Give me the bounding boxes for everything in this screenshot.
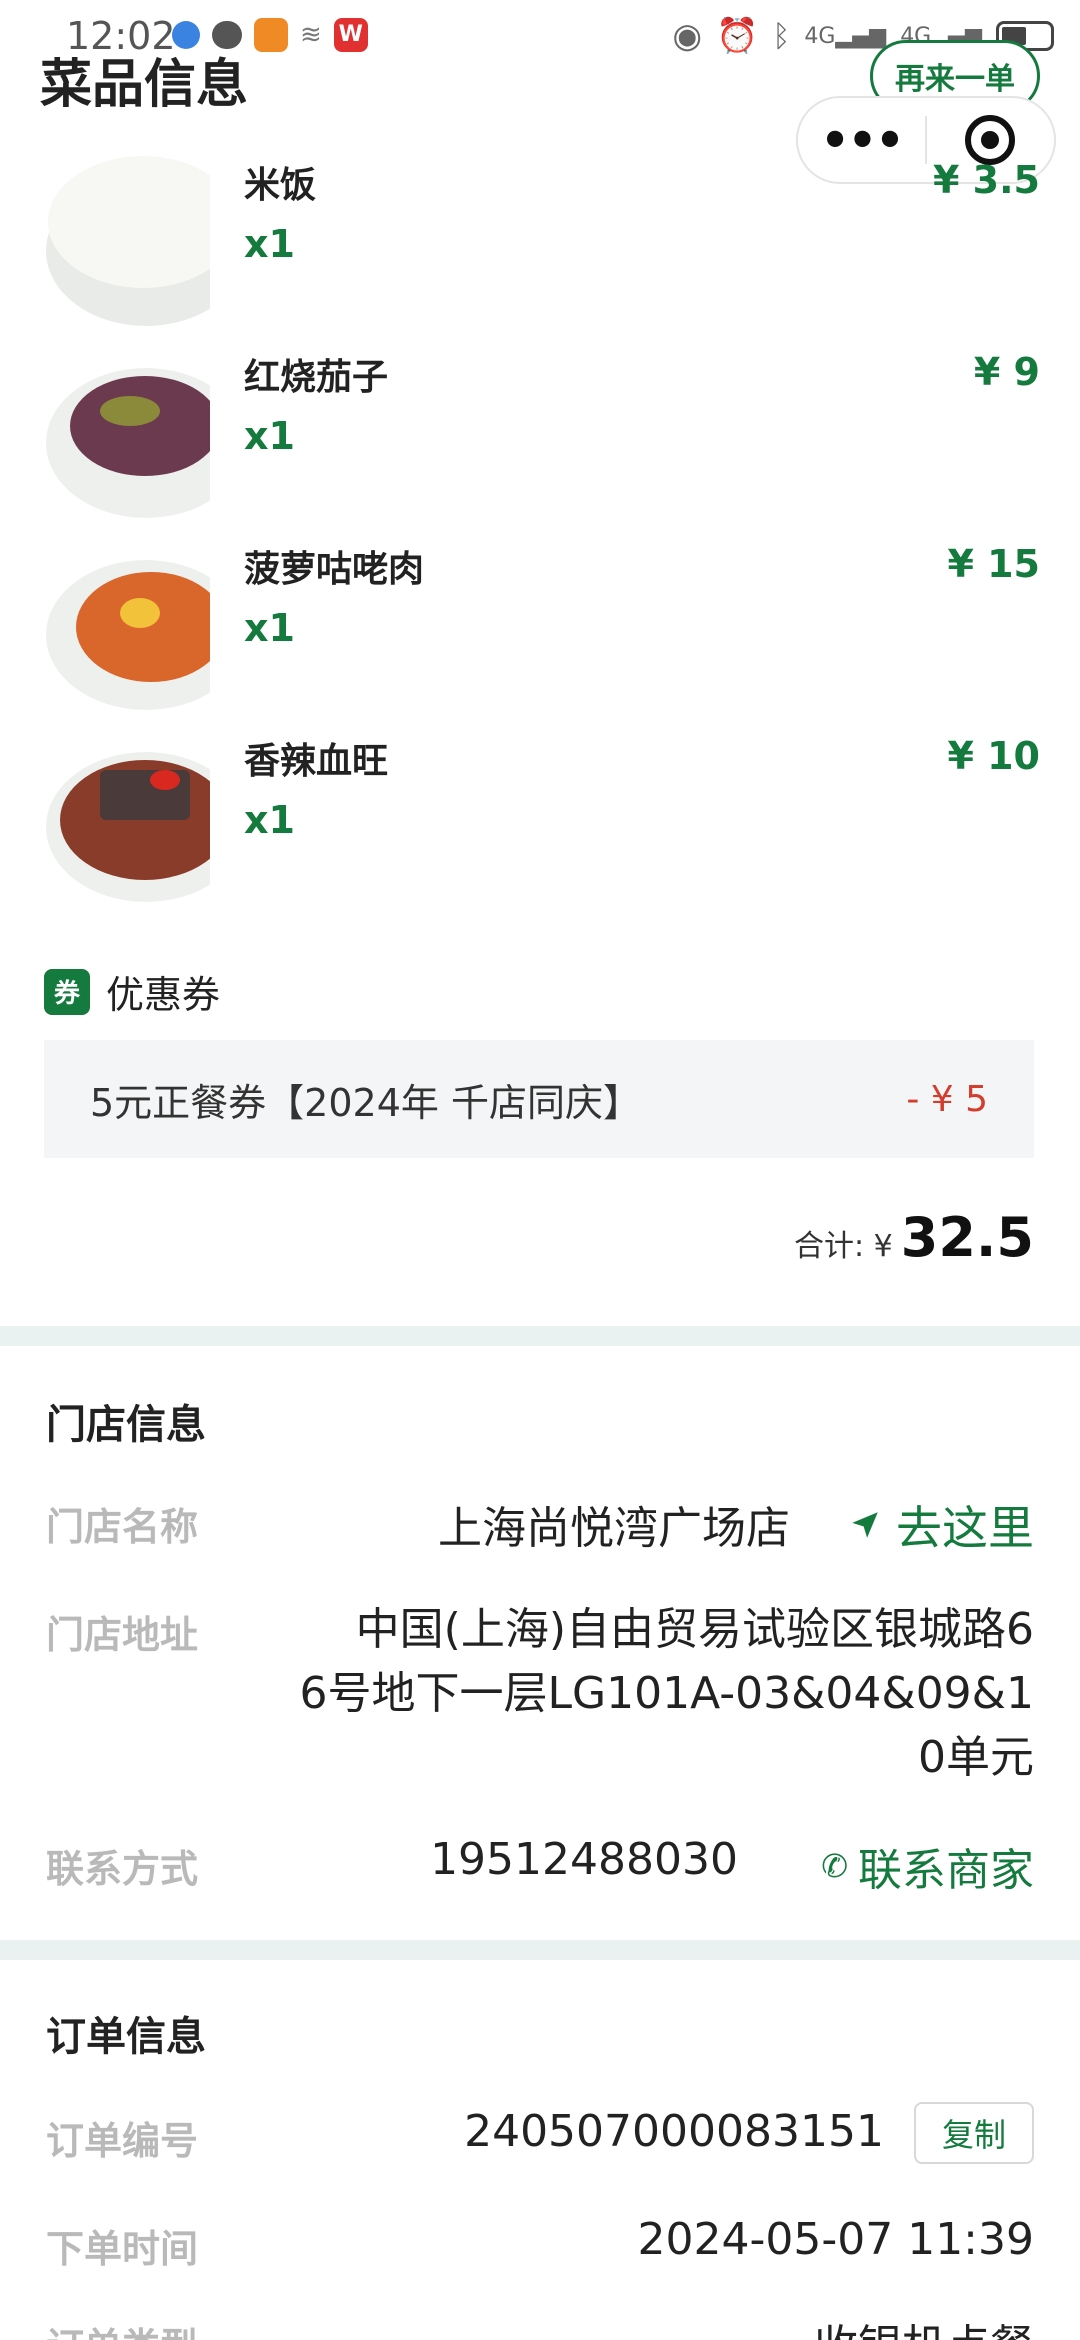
coupon-header: 券 优惠券	[44, 964, 220, 1019]
navigation-arrow-icon	[852, 1512, 878, 1538]
phone-icon: ✆	[821, 1847, 848, 1885]
alarm-icon: ⏰	[716, 16, 759, 56]
page-title: 菜品信息	[40, 55, 249, 115]
eye-icon: ◉	[672, 16, 703, 56]
order-total: 合计: ¥ 32.5	[794, 1206, 1034, 1269]
copy-button[interactable]: 复制	[914, 2102, 1034, 2164]
dish-price: ¥ 3.5	[933, 158, 1040, 202]
contact-merchant-label: 联系商家	[858, 1845, 1034, 1896]
store-name-label: 门店名称	[46, 1505, 199, 1549]
dish-name: 香辣血旺	[244, 741, 389, 782]
order-time-label: 下单时间	[46, 2227, 199, 2271]
store-name: 上海尚悦湾广场店	[438, 1503, 790, 1554]
coupon-row: 5元正餐券【2024年 千店同庆】 - ¥ 5	[44, 1040, 1034, 1158]
total-label: 合计: ¥	[794, 1229, 893, 1264]
coupon-icon: 券	[44, 968, 90, 1015]
address-line-2: 6号地下一层LG101A-03&04&09&1	[299, 1668, 1035, 1719]
dish-quantity: x1	[244, 414, 295, 458]
section-divider	[0, 1326, 1080, 1346]
dish-name: 红烧茄子	[244, 357, 389, 398]
order-number: 240507000083151	[464, 2106, 884, 2157]
navigate-link[interactable]: 去这里	[848, 1492, 1034, 1558]
wifi-icon: ≋	[300, 20, 322, 50]
wps-icon: W	[333, 18, 368, 52]
total-value: 32.5	[900, 1206, 1034, 1269]
store-address-label: 门店地址	[46, 1613, 199, 1657]
store-address: 中国(上海)自由贸易试验区银城路6 6号地下一层LG101A-03&04&09&…	[254, 1598, 1035, 1790]
contact-merchant-link[interactable]: ✆ 联系商家	[821, 1834, 1034, 1898]
store-phone: 19512488030	[430, 1834, 738, 1885]
dish-name: 米饭	[244, 165, 317, 206]
dish-price: ¥ 15	[947, 542, 1040, 586]
dish-item[interactable]: 红烧茄子 x1 ¥ 9	[40, 346, 1040, 518]
dish-quantity: x1	[244, 222, 295, 266]
dish-quantity: x1	[244, 606, 295, 650]
contact-label: 联系方式	[46, 1847, 199, 1891]
order-section-title: 订单信息	[46, 2014, 206, 2060]
dish-item[interactable]: 菠萝咕咾肉 x1 ¥ 15	[40, 538, 1040, 710]
dish-image-rice	[40, 154, 210, 326]
video-app-icon	[254, 18, 288, 52]
store-section-title: 门店信息	[46, 1402, 206, 1448]
dish-name: 菠萝咕咾肉	[244, 549, 425, 590]
address-line-3: 0单元	[918, 1732, 1034, 1783]
dish-price: ¥ 10	[947, 734, 1040, 778]
section-divider	[0, 1940, 1080, 1960]
navigate-label: 去这里	[896, 1501, 1034, 1555]
network-label: 4G	[804, 23, 836, 49]
order-type-label: 订单类型	[46, 2316, 198, 2340]
dish-image-sweet-sour-pork	[40, 538, 210, 710]
dish-image-eggplant	[40, 346, 210, 518]
bluetooth-icon: ᛒ	[772, 18, 791, 54]
order-time: 2024-05-07 11:39	[637, 2214, 1035, 2265]
dish-item[interactable]: 米饭 x1 ¥ 3.5	[40, 154, 1040, 326]
coupon-title: 优惠券	[106, 973, 221, 1017]
dish-quantity: x1	[244, 798, 295, 842]
coupon-name: 5元正餐券【2024年 千店同庆】	[90, 1080, 641, 1125]
address-line-1: 中国(上海)自由贸易试验区银城路6	[355, 1604, 1034, 1655]
dish-price: ¥ 9	[973, 350, 1040, 394]
dish-item[interactable]: 香辣血旺 x1 ¥ 10	[40, 730, 1040, 902]
order-number-label: 订单编号	[46, 2119, 199, 2163]
dish-image-blood-tofu	[40, 730, 210, 902]
coupon-discount: - ¥ 5	[906, 1078, 988, 1120]
signal-icon: 4G▂▄▆	[804, 23, 887, 49]
order-type: 收银机点餐	[814, 2310, 1034, 2340]
